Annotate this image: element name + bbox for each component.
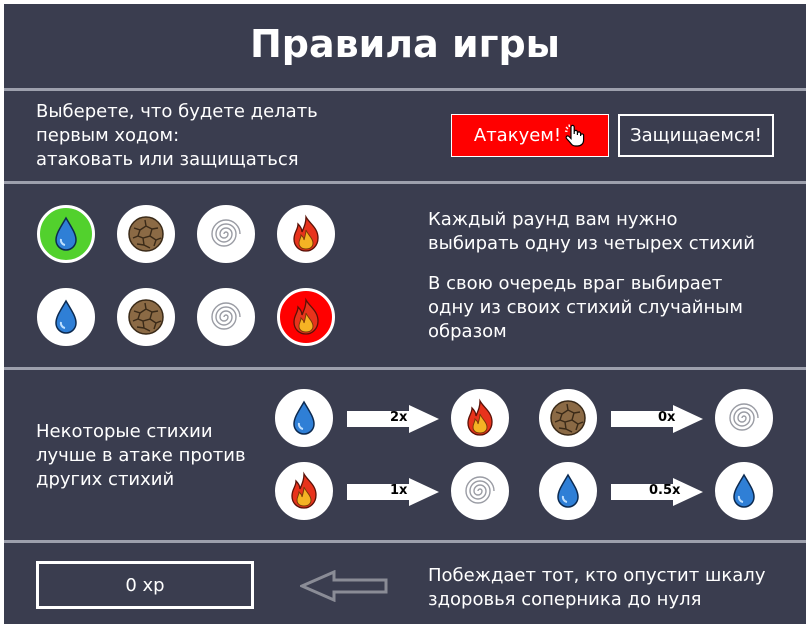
multiplier-arrow: 2x (347, 403, 439, 435)
win-condition: Побеждает тот, кто опустит шкалу здоровь… (428, 564, 765, 612)
desc-line: одну из своих стихий случайным (428, 297, 744, 318)
water-element-icon (539, 462, 597, 520)
desc-line: образом (428, 321, 507, 342)
player-fire-element-button[interactable] (277, 205, 335, 263)
hp-display: 0 xp (36, 561, 254, 609)
prompt-line-2: первым ходом: (36, 125, 180, 146)
left-arrow-icon (298, 569, 388, 606)
desc-line: Каждый раунд вам нужно (428, 209, 678, 230)
multiplier-arrow: 1x (347, 476, 439, 508)
attack-button[interactable]: Атакуем! (451, 114, 609, 157)
matchups-description: Некоторые стихии лучше в атаке против др… (36, 420, 246, 492)
win-line: здоровья соперника до нуля (428, 589, 702, 610)
prompt-line-1: Выберете, что будете делать (36, 101, 318, 122)
water-element-icon (37, 288, 95, 346)
enemy-choice-description: В свою очередь враг выбирает одну из сво… (428, 272, 743, 344)
player-earth-element-button[interactable] (117, 205, 175, 263)
desc-line: Некоторые стихии (36, 421, 213, 442)
fire-element-icon (275, 462, 333, 520)
defend-button[interactable]: Защищаемся! (618, 114, 774, 157)
desc-line: В свою очередь враг выбирает (428, 273, 723, 294)
water-element-icon (275, 389, 333, 447)
first-move-prompt: Выберете, что будете делать первым ходом… (36, 100, 318, 172)
multiplier-label: 0.5x (649, 483, 681, 498)
player-water-element-button[interactable] (37, 205, 95, 263)
water-element-icon (715, 462, 773, 520)
multiplier-label: 2x (390, 410, 408, 425)
win-line: Побеждает тот, кто опустит шкалу (428, 565, 766, 586)
air-element-icon (197, 288, 255, 346)
element-choice-description: Каждый раунд вам нужно выбирать одну из … (428, 208, 755, 256)
desc-line: выбирать одну из четырех стихий (428, 233, 755, 254)
multiplier-arrow: 0x (611, 403, 703, 435)
multiplier-arrow: 0.5x (611, 476, 703, 508)
divider (4, 367, 806, 370)
air-element-icon (451, 462, 509, 520)
divider (4, 181, 806, 184)
multiplier-label: 1x (390, 483, 408, 498)
divider (4, 540, 806, 543)
fire-element-icon (451, 389, 509, 447)
earth-element-icon (539, 389, 597, 447)
prompt-line-3: атаковать или защищаться (36, 149, 299, 170)
earth-element-icon (117, 288, 175, 346)
pointer-hand-icon (564, 123, 586, 148)
multiplier-label: 0x (658, 410, 676, 425)
page-title: Правила игры (249, 22, 561, 66)
player-air-element-button[interactable] (197, 205, 255, 263)
desc-line: других стихий (36, 469, 175, 490)
air-element-icon (715, 389, 773, 447)
attack-button-label: Атакуем! (473, 125, 562, 146)
fire-element-icon (277, 288, 335, 346)
divider (4, 88, 806, 91)
rules-screen: Правила игры Выберете, что будете делать… (4, 4, 806, 624)
desc-line: лучше в атаке против (36, 445, 246, 466)
